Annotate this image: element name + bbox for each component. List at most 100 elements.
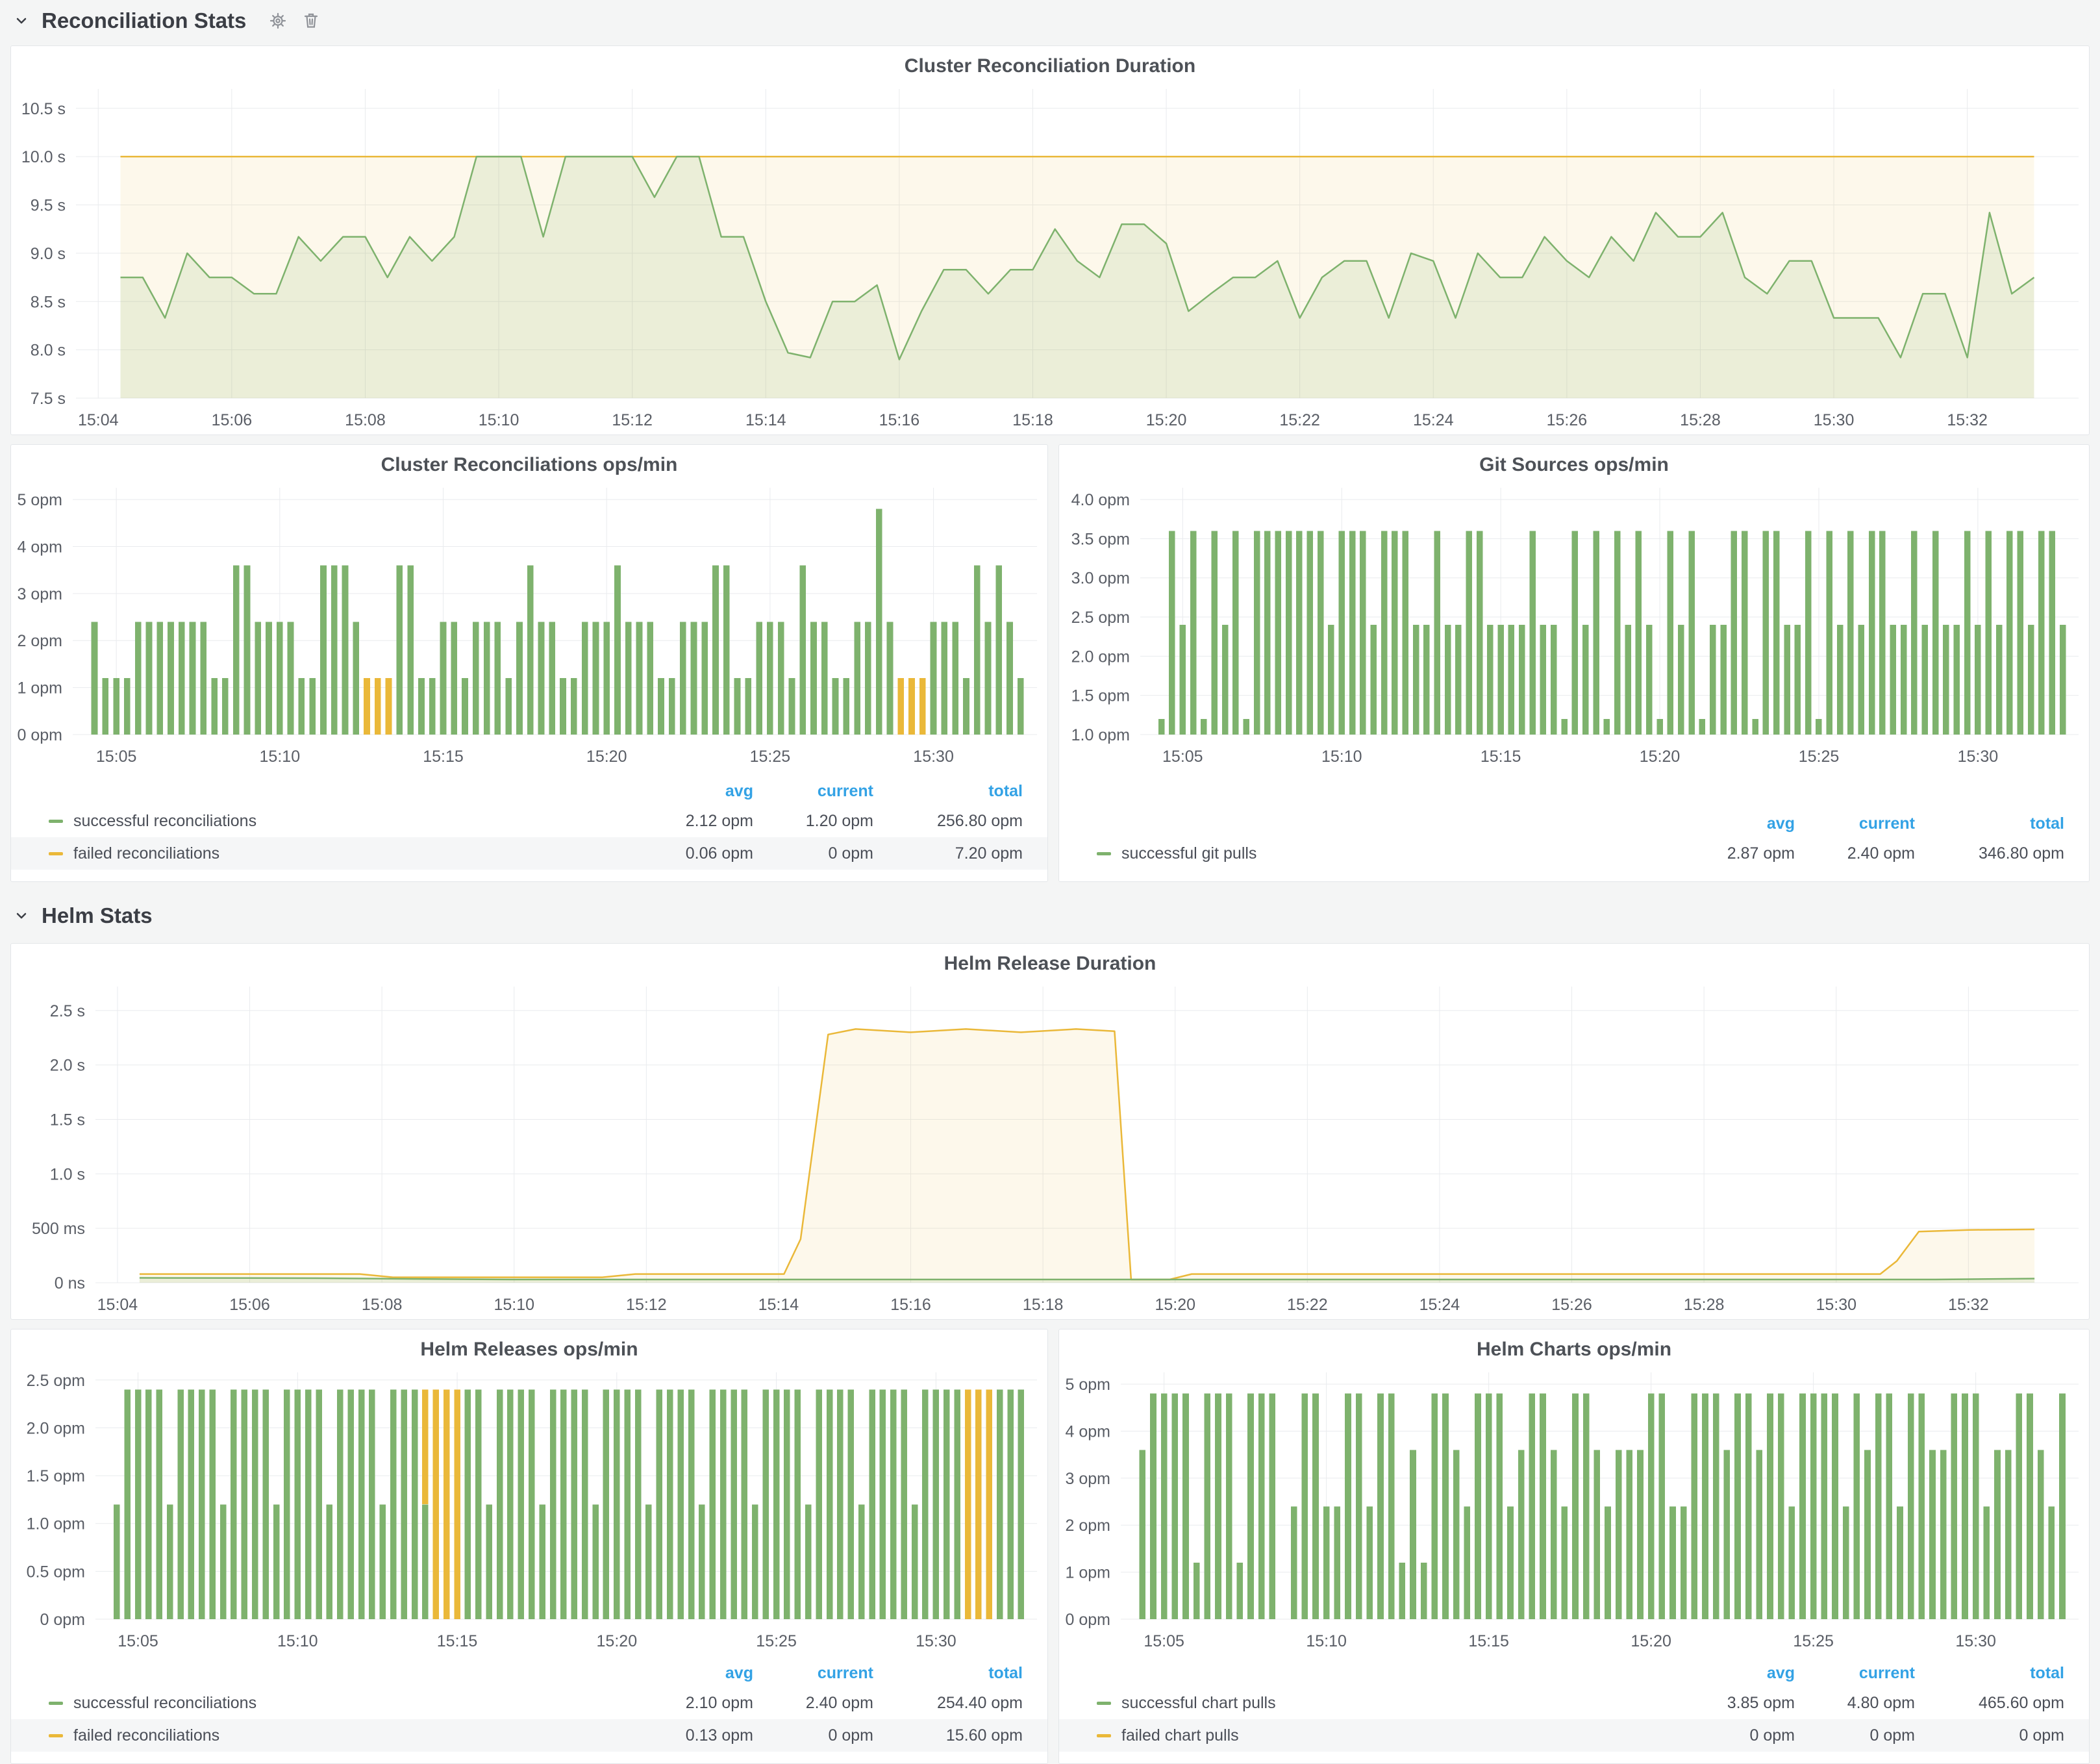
svg-text:4 opm: 4 opm — [1066, 1422, 1110, 1441]
section-reconciliation-stats[interactable]: Reconciliation Stats — [13, 4, 321, 38]
legend-value: 3.85 opm — [1678, 1694, 1795, 1713]
svg-text:15:16: 15:16 — [879, 411, 920, 429]
series-color-dash — [1097, 1734, 1111, 1737]
legend-series-name[interactable]: failed reconciliations — [49, 1726, 636, 1745]
panel-title: Git Sources ops/min — [1059, 445, 2089, 479]
legend: avgcurrenttotal successful chart pulls3.8… — [1059, 1659, 2089, 1763]
helm-charts-opm-chart[interactable]: 15:0515:1015:1515:2015:2515:300 opm1 opm… — [1059, 1363, 2089, 1656]
svg-text:15:05: 15:05 — [1162, 748, 1203, 766]
svg-text:1 opm: 1 opm — [1066, 1564, 1110, 1582]
panel-title: Helm Charts ops/min — [1059, 1329, 2089, 1363]
legend-series-name[interactable]: successful reconciliations — [49, 1694, 636, 1713]
legend-sort-total[interactable]: total — [873, 782, 1023, 801]
svg-text:15:22: 15:22 — [1279, 411, 1320, 429]
panel-helm-charts-opm: Helm Charts ops/min 15:0515:1015:1515:20… — [1058, 1329, 2090, 1764]
legend-sort-total[interactable]: total — [873, 1664, 1023, 1683]
panel-title: Cluster Reconciliations ops/min — [11, 445, 1047, 479]
svg-text:0 opm: 0 opm — [1066, 1611, 1110, 1629]
svg-text:9.0 s: 9.0 s — [31, 245, 66, 263]
legend-series-name[interactable]: successful git pulls — [1097, 844, 1678, 863]
series-color-dash — [1097, 852, 1111, 855]
chevron-down-icon — [13, 907, 30, 924]
svg-text:15:20: 15:20 — [1640, 748, 1681, 766]
svg-text:0 opm: 0 opm — [40, 1611, 85, 1629]
svg-text:15:06: 15:06 — [229, 1296, 270, 1314]
svg-text:15:25: 15:25 — [750, 748, 791, 766]
legend-value: 4.80 opm — [1795, 1694, 1915, 1713]
svg-text:15:24: 15:24 — [1413, 411, 1454, 429]
section-helm-stats[interactable]: Helm Stats — [13, 899, 153, 933]
legend-header: avgcurrenttotal — [11, 777, 1047, 805]
svg-text:2.5 opm: 2.5 opm — [1071, 609, 1130, 627]
svg-text:15:32: 15:32 — [1947, 411, 1988, 429]
svg-text:500 ms: 500 ms — [32, 1220, 85, 1238]
svg-text:4.0 opm: 4.0 opm — [1071, 491, 1130, 509]
legend-header: avgcurrenttotal — [1059, 810, 2089, 837]
svg-text:15:10: 15:10 — [277, 1632, 318, 1650]
svg-text:15:32: 15:32 — [1948, 1296, 1989, 1314]
svg-text:15:30: 15:30 — [913, 748, 954, 766]
legend-sort-total[interactable]: total — [1915, 1664, 2064, 1683]
svg-text:5 opm: 5 opm — [18, 491, 62, 509]
series-color-dash — [1097, 1702, 1111, 1705]
svg-text:10.5 s: 10.5 s — [21, 100, 66, 118]
legend-value: 0 opm — [1795, 1726, 1915, 1745]
git-sources-opm-chart[interactable]: 15:0515:1015:1515:2015:2515:301.0 opm1.5… — [1059, 479, 2089, 771]
cluster-reconciliation-duration-chart[interactable]: 15:0415:0615:0815:1015:1215:1415:1615:18… — [11, 80, 2089, 435]
svg-text:15:15: 15:15 — [437, 1632, 478, 1650]
svg-text:15:26: 15:26 — [1547, 411, 1588, 429]
legend-sort-current[interactable]: current — [1795, 814, 1915, 833]
legend-sort-avg[interactable]: avg — [636, 782, 753, 801]
legend-series-name[interactable]: successful chart pulls — [1097, 1694, 1678, 1713]
panel-cluster-reconciliations-opm: Cluster Reconciliations ops/min 15:0515:… — [10, 444, 1048, 882]
svg-text:0.5 opm: 0.5 opm — [27, 1563, 85, 1581]
legend-sort-current[interactable]: current — [753, 782, 873, 801]
legend-value: 256.80 opm — [873, 812, 1023, 831]
svg-text:2.0 opm: 2.0 opm — [1071, 648, 1130, 666]
svg-text:15:10: 15:10 — [1321, 748, 1362, 766]
legend-sort-avg[interactable]: avg — [636, 1664, 753, 1683]
chevron-down-icon — [13, 12, 30, 29]
helm-release-duration-chart[interactable]: 15:0415:0615:0815:1015:1215:1415:1615:18… — [11, 977, 2089, 1319]
svg-text:1.5 s: 1.5 s — [50, 1111, 85, 1129]
svg-text:15:15: 15:15 — [423, 748, 464, 766]
legend-value: 465.60 opm — [1915, 1694, 2064, 1713]
series-color-dash — [49, 1734, 63, 1737]
svg-text:15:18: 15:18 — [1023, 1296, 1064, 1314]
legend-sort-current[interactable]: current — [753, 1664, 873, 1683]
legend-series-name[interactable]: failed reconciliations — [49, 844, 636, 863]
legend-value: 0.06 opm — [636, 844, 753, 863]
legend: avgcurrenttotalsuccessful git pulls2.87 … — [1059, 810, 2089, 881]
svg-text:15:08: 15:08 — [362, 1296, 403, 1314]
svg-text:15:20: 15:20 — [597, 1632, 638, 1650]
legend-series-name[interactable]: failed chart pulls — [1097, 1726, 1678, 1745]
svg-text:15:22: 15:22 — [1287, 1296, 1328, 1314]
gear-icon[interactable] — [267, 10, 289, 32]
helm-releases-opm-chart[interactable]: 15:0515:1015:1515:2015:2515:300 opm0.5 o… — [11, 1363, 1047, 1656]
legend-header: avgcurrenttotal — [1059, 1659, 2089, 1687]
svg-text:9.5 s: 9.5 s — [31, 197, 66, 215]
legend: avgcurrenttotal successful reconciliation… — [11, 1659, 1047, 1763]
svg-text:15:30: 15:30 — [1816, 1296, 1856, 1314]
svg-text:15:14: 15:14 — [758, 1296, 799, 1314]
legend-row: successful reconciliations2.12 opm1.20 o… — [11, 805, 1047, 837]
panel-helm-releases-opm: Helm Releases ops/min 15:0515:1015:1515:… — [10, 1329, 1048, 1764]
svg-text:2.0 opm: 2.0 opm — [27, 1419, 85, 1437]
svg-text:0 ns: 0 ns — [55, 1274, 85, 1292]
legend-sort-current[interactable]: current — [1795, 1664, 1915, 1683]
legend-series-name[interactable]: successful reconciliations — [49, 812, 636, 831]
panel-title: Helm Release Duration — [11, 944, 2089, 977]
svg-text:2 opm: 2 opm — [18, 632, 62, 650]
trash-icon[interactable] — [301, 10, 321, 31]
svg-text:3.5 opm: 3.5 opm — [1071, 530, 1130, 548]
svg-text:15:05: 15:05 — [1144, 1632, 1184, 1650]
cluster-reconciliations-opm-chart[interactable]: 15:0515:1015:1515:2015:2515:300 opm1 opm… — [11, 479, 1047, 771]
svg-text:8.0 s: 8.0 s — [31, 342, 66, 360]
legend-sort-avg[interactable]: avg — [1678, 1664, 1795, 1683]
legend-sort-total[interactable]: total — [1915, 814, 2064, 833]
legend-sort-avg[interactable]: avg — [1678, 814, 1795, 833]
svg-text:15:06: 15:06 — [212, 411, 253, 429]
svg-text:15:30: 15:30 — [916, 1632, 956, 1650]
legend-row: failed reconciliations0.13 opm0 opm15.60… — [11, 1719, 1047, 1752]
svg-text:15:10: 15:10 — [1306, 1632, 1347, 1650]
